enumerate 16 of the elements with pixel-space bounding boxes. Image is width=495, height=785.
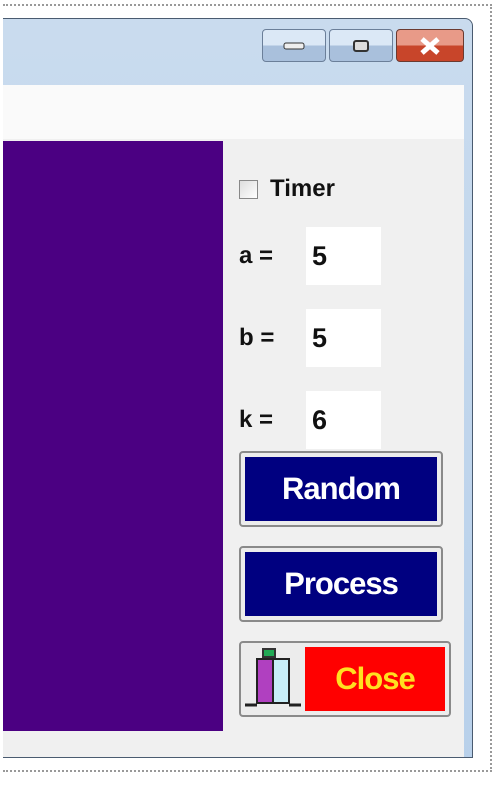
parameter-label: b = (239, 324, 276, 352)
minimize-icon (283, 42, 305, 50)
input-field[interactable]: 6 (306, 391, 381, 449)
maximize-icon (353, 40, 369, 52)
maximize-button[interactable] (329, 29, 393, 62)
action-button[interactable]: Process (239, 546, 443, 622)
minimize-button[interactable] (262, 29, 326, 62)
timer-checkbox[interactable] (239, 180, 258, 198)
timer-label: Timer (270, 175, 335, 203)
close-icon (419, 36, 441, 54)
parameter-label: k = (239, 406, 274, 434)
parameter-label: a = (239, 242, 274, 270)
input-field[interactable]: 5 (306, 227, 381, 285)
close-button[interactable] (396, 29, 464, 62)
input-field[interactable]: 5 (306, 309, 381, 367)
action-button[interactable]: Random (239, 451, 443, 527)
